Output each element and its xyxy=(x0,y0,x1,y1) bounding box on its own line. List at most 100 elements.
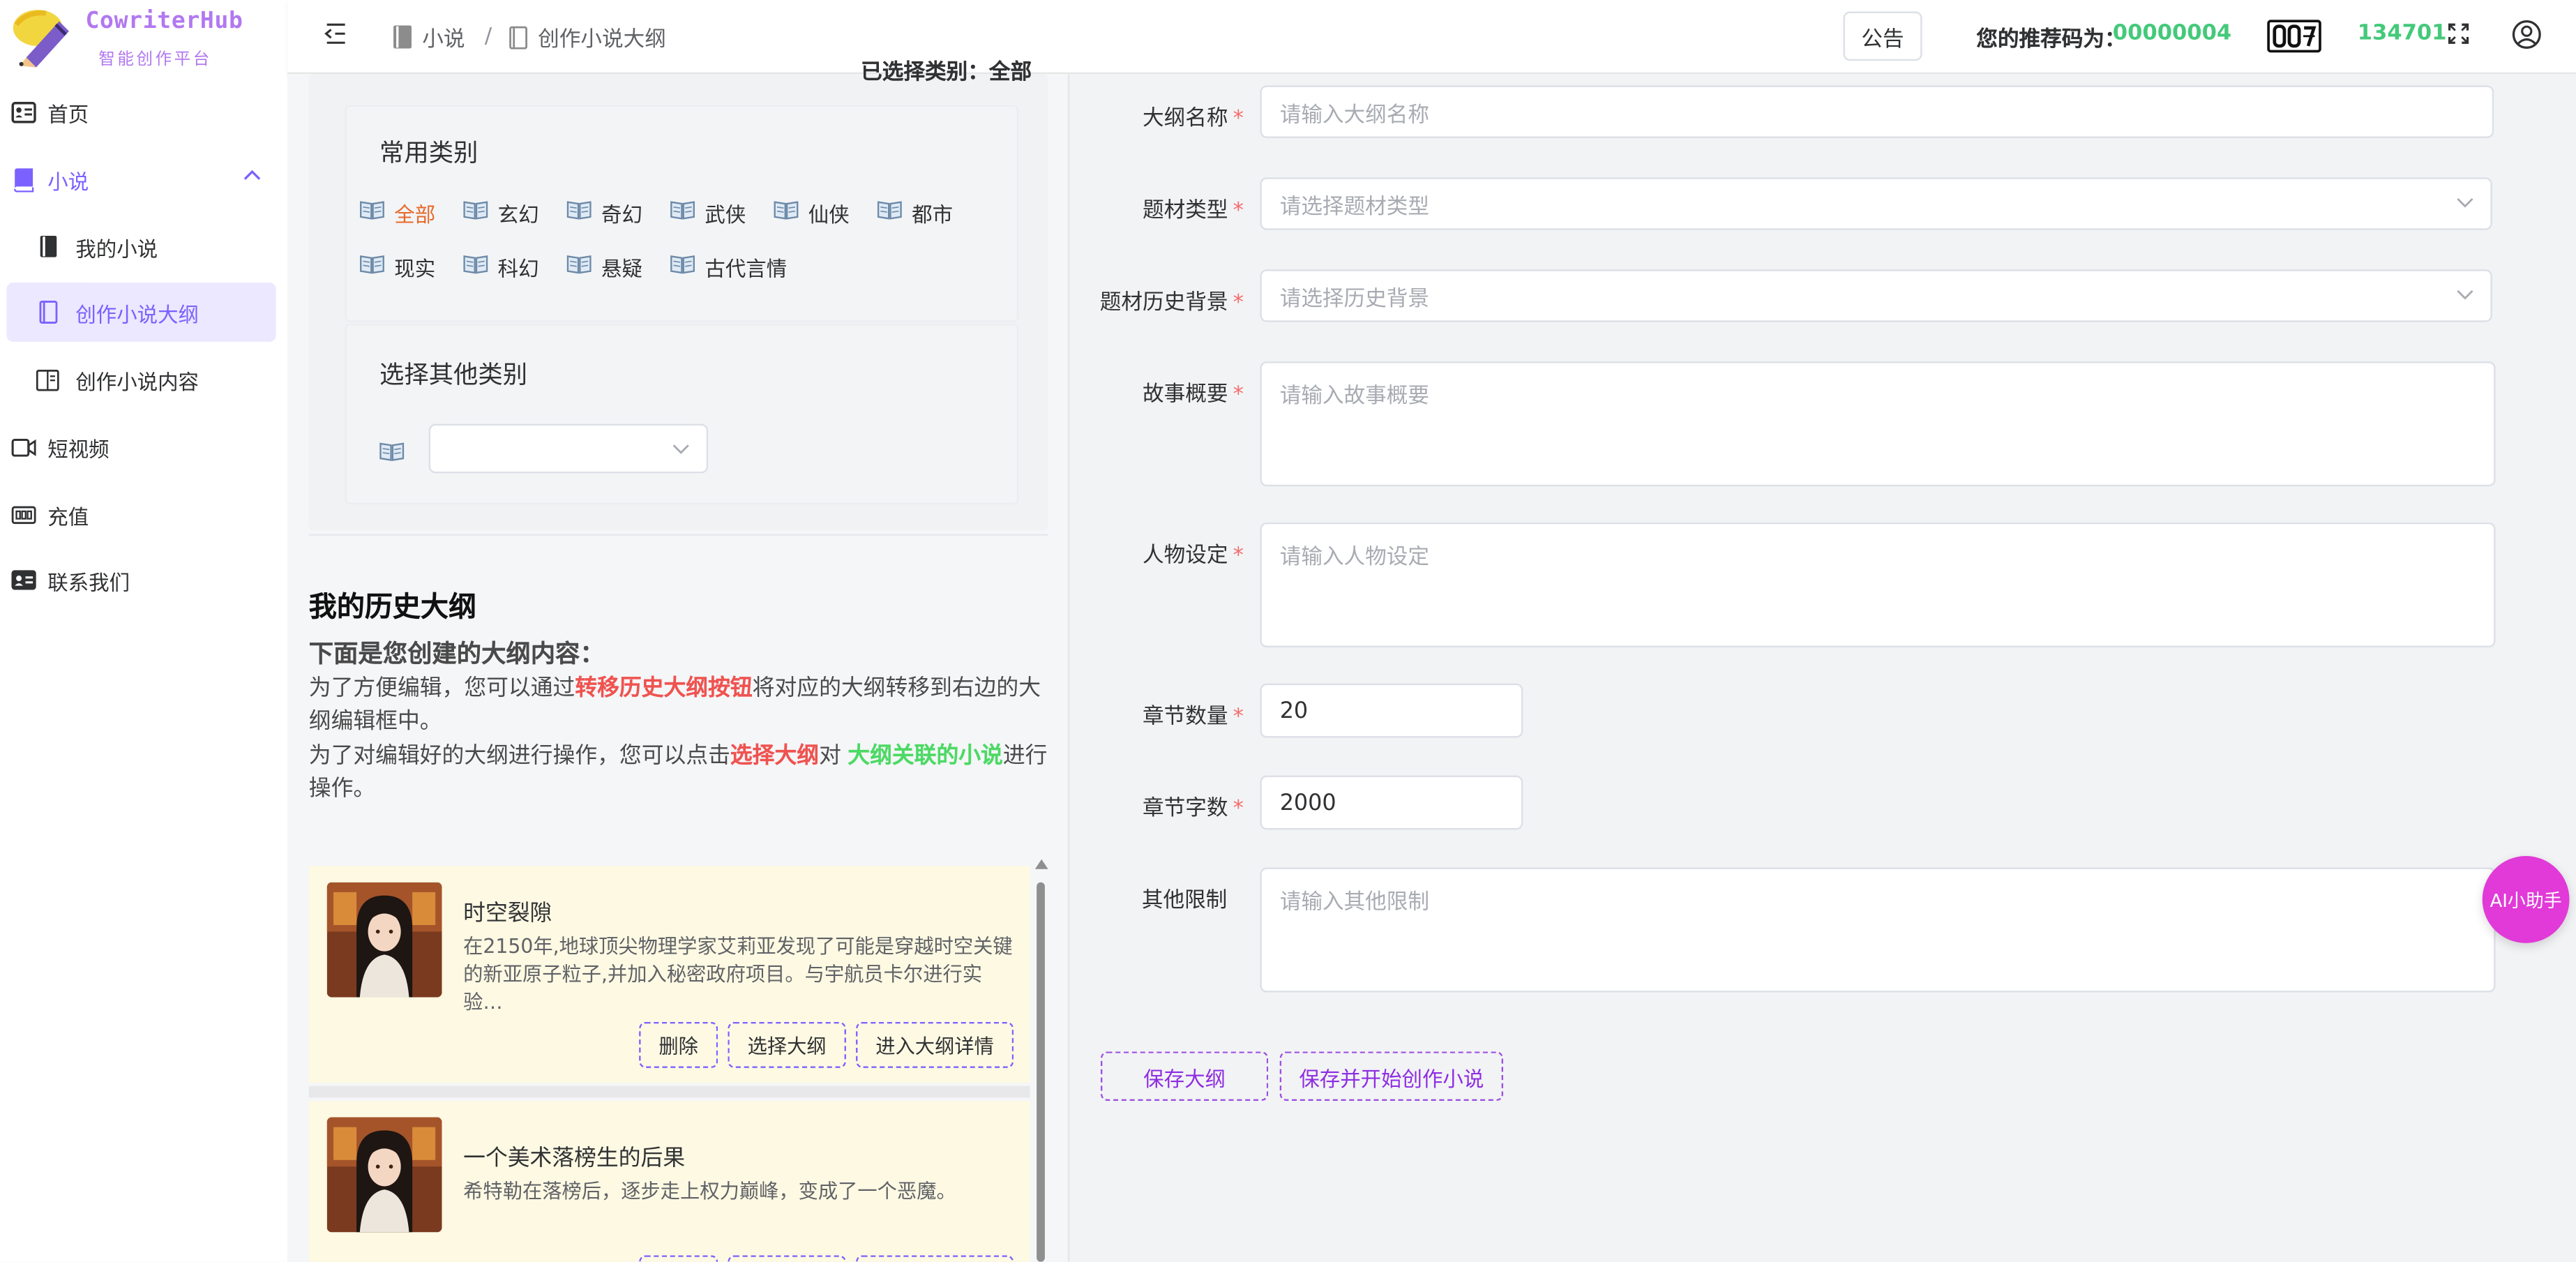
select-placeholder: 请选择历史背景 xyxy=(1279,286,1430,312)
cover-image xyxy=(326,1117,442,1233)
notebook-icon xyxy=(34,233,61,260)
delete-button[interactable]: 删除 xyxy=(639,1021,718,1068)
category-chip[interactable]: 科幻 xyxy=(463,251,539,283)
label-text: 人物设定 xyxy=(1143,543,1228,569)
left-panel: 已选择类别：全部 常用类别 全部 玄幻 奇幻 武侠 仙侠 都市 现实 科幻 悬疑 古代言情 选择其… xyxy=(287,61,1068,1262)
other-limits-textarea[interactable]: 请输入其他限制 xyxy=(1260,867,2496,993)
select-placeholder: 请选择题材类型 xyxy=(1279,195,1430,220)
outline-name-label: 大纲名称 * xyxy=(1069,100,1244,131)
history-scrollbar[interactable] xyxy=(1033,859,1048,1262)
label-text: 故事概要 xyxy=(1143,382,1228,408)
background-select[interactable]: 请选择历史背景 xyxy=(1260,269,2492,322)
book-icon xyxy=(566,255,592,279)
help-highlight-transfer: 转移历史大纲按钮 xyxy=(575,675,753,702)
category-chip[interactable]: 悬疑 xyxy=(566,251,642,283)
notebook-icon xyxy=(393,24,412,49)
sidebar-item-label: 联系我们 xyxy=(47,569,130,594)
category-chip[interactable]: 都市 xyxy=(877,197,954,229)
outline-card[interactable]: 一个美术落榜生的后果 希特勒在落榜后，逐步走上权力巅峰，变成了一个恶魔。 xyxy=(308,1100,1030,1262)
brand-logo[interactable]: CowriterHub 智能创作平台 xyxy=(10,5,286,69)
save-outline-button[interactable]: 保存大纲 xyxy=(1100,1051,1269,1101)
outline-detail-button[interactable] xyxy=(856,1255,1014,1262)
select-outline-button[interactable]: 选择大纲 xyxy=(728,1021,846,1068)
summary-textarea[interactable]: 请输入故事概要 xyxy=(1260,361,2496,487)
breadcrumb-separator: / xyxy=(484,24,492,50)
card-title: 时空裂隙 xyxy=(463,900,552,927)
chevron-down-icon xyxy=(672,444,689,454)
outline-card[interactable]: 时空裂隙 在2150年,地球顶尖物理学家艾莉亚发现了可能是穿越时空关键的新亚原子… xyxy=(308,866,1030,1083)
other-category-select[interactable] xyxy=(428,423,709,474)
coin-count: 134701 xyxy=(2357,21,2447,46)
chapter-words-input[interactable]: 2000 xyxy=(1260,775,1523,830)
sidebar-item-my-novels[interactable]: 我的小说 xyxy=(0,217,287,276)
document-icon xyxy=(510,25,528,49)
scrollbar-thumb[interactable] xyxy=(1037,882,1045,1262)
sidebar-item-create-outline[interactable]: 创作小说大纲 xyxy=(6,283,276,342)
category-chip-label: 古代言情 xyxy=(705,256,788,281)
sidebar-item-contact[interactable]: 联系我们 xyxy=(0,550,287,610)
book-icon xyxy=(774,200,799,225)
card-description: 希特勒在落榜后，逐步走上权力巅峰，变成了一个恶魔。 xyxy=(463,1180,956,1203)
background-label: 题材历史背景 * xyxy=(1046,284,1244,315)
book-icon xyxy=(566,200,592,225)
fullscreen-icon[interactable] xyxy=(2448,23,2469,45)
section-divider xyxy=(308,534,1048,536)
required-mark: * xyxy=(1233,290,1244,316)
referral-code: 00000004 xyxy=(2112,21,2232,46)
other-category-box: 选择其他类别 xyxy=(345,323,1019,505)
sidebar-item-label: 充值 xyxy=(47,503,89,529)
outline-detail-button[interactable]: 进入大纲详情 xyxy=(856,1021,1014,1068)
sidebar-item-home[interactable]: 首页 xyxy=(0,82,287,142)
characters-label: 人物设定 * xyxy=(1069,537,1244,569)
scroll-up-arrow-icon[interactable] xyxy=(1034,859,1048,869)
sidebar-item-label: 创作小说大纲 xyxy=(75,301,199,326)
breadcrumb-item-create-outline: 创作小说大纲 xyxy=(538,28,666,53)
select-outline-button[interactable] xyxy=(728,1255,846,1262)
required-mark: * xyxy=(1233,797,1244,822)
counter-icon xyxy=(10,501,36,527)
category-chip[interactable]: 古代言情 xyxy=(670,251,787,283)
brand-subtitle: 智能创作平台 xyxy=(98,51,212,69)
user-avatar-icon[interactable] xyxy=(2512,20,2541,49)
category-chip-label: 奇幻 xyxy=(601,202,642,227)
category-chip[interactable]: 奇幻 xyxy=(566,197,642,229)
category-chip-label: 全部 xyxy=(394,202,436,227)
chapter-count-input[interactable]: 20 xyxy=(1260,683,1523,738)
genre-select[interactable]: 请选择题材类型 xyxy=(1260,177,2492,230)
required-mark: * xyxy=(1233,705,1244,730)
category-chip[interactable]: 玄幻 xyxy=(463,197,539,229)
genre-label: 题材类型 * xyxy=(1069,193,1244,223)
category-chip[interactable]: 仙侠 xyxy=(774,197,850,229)
notice-button[interactable]: 公告 xyxy=(1843,11,1922,61)
card-title: 一个美术落榜生的后果 xyxy=(463,1145,686,1172)
characters-textarea[interactable]: 请输入人物设定 xyxy=(1260,522,2496,647)
sidebar-item-create-content[interactable]: 创作小说内容 xyxy=(0,350,287,410)
other-limits-label: 其他限制 xyxy=(1141,889,1228,914)
label-text: 题材历史背景 xyxy=(1099,290,1228,316)
required-mark: * xyxy=(1233,382,1244,408)
outline-name-input[interactable]: 请输入大纲名称 xyxy=(1260,85,2494,138)
chevron-up-icon xyxy=(243,170,261,180)
sidebar-item-label: 创作小说内容 xyxy=(75,368,199,394)
category-chip-label: 现实 xyxy=(394,256,436,281)
chevron-down-icon xyxy=(2457,290,2473,300)
breadcrumb-item-novel[interactable]: 小说 xyxy=(422,22,465,53)
book-icon xyxy=(670,200,695,225)
category-chip[interactable]: 武侠 xyxy=(670,197,746,229)
sidebar-item-recharge[interactable]: 充值 xyxy=(0,485,287,544)
save-and-start-button[interactable]: 保存并开始创作小说 xyxy=(1279,1051,1504,1101)
category-chip-label: 都市 xyxy=(912,202,954,227)
category-chip-label: 仙侠 xyxy=(808,202,850,227)
collapse-sidebar-icon[interactable] xyxy=(324,23,347,45)
help-highlight-linked-novel: 大纲关联的小说 xyxy=(848,742,1003,769)
category-chip[interactable]: 现实 xyxy=(360,251,435,283)
video-camera-icon xyxy=(10,434,36,460)
delete-button[interactable] xyxy=(639,1255,718,1262)
history-help-1: 为了方便编辑，您可以通过转移历史大纲按钮将对应的大纲转移到右边的大纲编辑框中。 xyxy=(309,672,1052,737)
id-card-icon xyxy=(10,98,36,125)
category-chip[interactable]: 全部 xyxy=(360,197,435,229)
sidebar-item-short-video[interactable]: 短视频 xyxy=(0,417,287,476)
ai-assistant-button[interactable]: AI小助手 xyxy=(2482,856,2570,943)
sidebar-item-novel[interactable]: 小说 xyxy=(0,149,287,209)
book-icon xyxy=(360,200,384,225)
